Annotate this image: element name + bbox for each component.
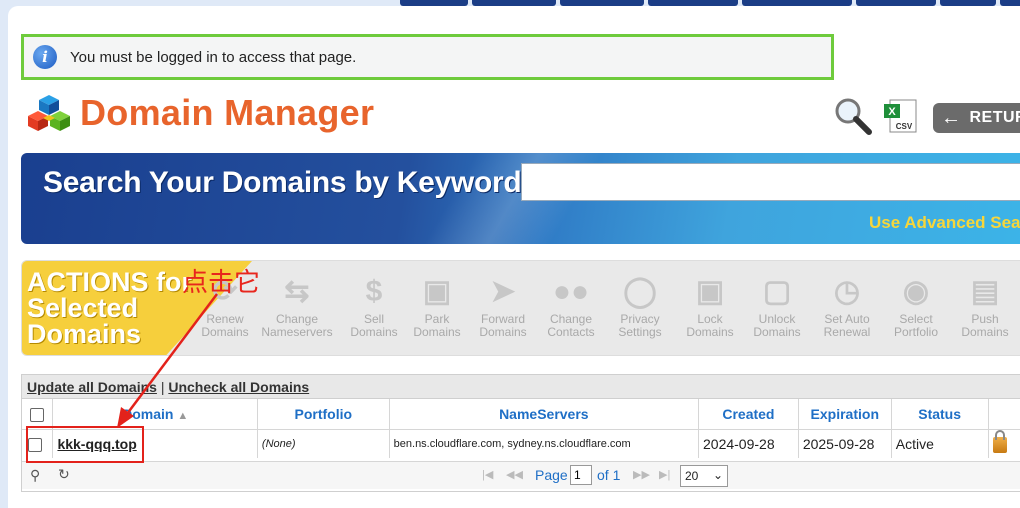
nav-tab[interactable] (742, 0, 852, 6)
nameservers-cell: ben.ns.cloudflare.com, sydney.ns.cloudfl… (389, 428, 700, 458)
next-page-icon[interactable]: ▶▶ (633, 468, 650, 481)
keyword-search-input[interactable] (521, 163, 1020, 201)
lock-icon: ▣ (695, 274, 725, 308)
push-icon: ▤ (970, 274, 1000, 308)
search-icon[interactable] (833, 96, 873, 136)
login-alert: i You must be logged in to access that p… (21, 34, 834, 80)
update-all-domains-link[interactable]: Update all Domains (27, 379, 157, 395)
per-page-select[interactable]: 20 ⌄ (680, 465, 728, 487)
chevron-down-icon: ⌄ (712, 468, 723, 482)
info-icon: i (33, 45, 57, 69)
advanced-search-link[interactable]: Use Advanced Sea (869, 213, 1020, 233)
svg-text:X: X (888, 106, 896, 118)
action-select-portfolio[interactable]: ◉ Select Portfolio (881, 273, 951, 339)
action-set-auto-renewal[interactable]: ◷ Set Auto Renewal (812, 273, 882, 339)
action-push-domains[interactable]: ▤ Push Domains (950, 273, 1020, 339)
unlock-icon: ▢ (762, 274, 792, 308)
nameservers-icon: ⇆ (284, 274, 310, 308)
page-title: Domain Manager (80, 92, 375, 133)
prev-page-icon[interactable]: ◀◀ (506, 468, 523, 481)
nav-tab[interactable] (400, 0, 468, 6)
domain-manager-logo-icon (28, 95, 70, 131)
banner-title: Search Your Domains by Keyword (43, 166, 522, 199)
action-park-domains[interactable]: ▣ Park Domains (402, 273, 472, 339)
pager: ⚲ ↻ |◀ ◀◀ Page of 1 ▶▶ ▶| 20 ⌄ (22, 461, 1020, 489)
expiration-cell: 2025-09-28 (798, 428, 892, 458)
column-expiration[interactable]: Expiration (798, 399, 892, 429)
nav-tab[interactable] (472, 0, 556, 6)
alert-message: You must be logged in to access that pag… (70, 48, 357, 66)
column-status[interactable]: Status (891, 399, 989, 429)
first-page-icon[interactable]: |◀ (482, 468, 493, 481)
created-cell: 2024-09-28 (698, 428, 799, 458)
table-header-row: Domain ▲ Portfolio NameServers Created E… (22, 399, 1020, 429)
column-created[interactable]: Created (698, 399, 799, 429)
refresh-icon[interactable]: ↻ (58, 466, 70, 483)
csv-export-icon[interactable]: X CSV (882, 98, 920, 134)
portfolio-icon: ◉ (902, 274, 930, 308)
keyword-search-banner: Search Your Domains by Keyword Use Advan… (21, 153, 1020, 244)
action-unlock-domains[interactable]: ▢ Unlock Domains (742, 273, 812, 339)
uncheck-all-domains-link[interactable]: Uncheck all Domains (168, 379, 309, 395)
lock-status-icon[interactable] (992, 430, 1007, 454)
action-lock-domains[interactable]: ▣ Lock Domains (675, 273, 745, 339)
page-count: of 1 (597, 467, 621, 483)
park-icon: ▣ (422, 274, 452, 308)
page-number-input[interactable] (570, 465, 592, 485)
page-label: Page (535, 467, 568, 483)
action-sell-domains[interactable]: $ Sell Domains (339, 273, 409, 339)
action-change-nameservers[interactable]: ⇆ Change Nameservers (259, 273, 335, 339)
annotation-highlight-box (26, 426, 144, 463)
grid-links: Update all Domains | Uncheck all Domains (22, 375, 1020, 399)
status-cell: Active (891, 428, 989, 458)
privacy-icon: ◯ (623, 274, 657, 308)
column-domain[interactable]: Domain ▲ (52, 399, 258, 429)
domains-table: Domain ▲ Portfolio NameServers Created E… (22, 399, 1020, 458)
magnify-icon[interactable]: ⚲ (30, 467, 40, 484)
nav-tab[interactable] (648, 0, 738, 6)
nav-tab[interactable] (1000, 0, 1020, 6)
table-row: kkk-qqq.top (None) ben.ns.cloudflare.com… (22, 428, 1020, 458)
nav-tab[interactable] (560, 0, 644, 6)
nav-tab[interactable] (940, 0, 996, 6)
annotation-click-it: 点击它 (182, 268, 261, 298)
return-button[interactable]: ← RETUR (933, 103, 1020, 133)
nav-tab[interactable] (856, 0, 936, 6)
contacts-icon: ●● (552, 274, 590, 308)
top-nav-tabs (400, 0, 1020, 6)
forward-arrow-icon: ➤ (490, 274, 516, 308)
action-privacy-settings[interactable]: ◯ Privacy Settings (605, 273, 675, 339)
action-forward-domains[interactable]: ➤ Forward Domains (468, 273, 538, 339)
sort-icon[interactable]: ▲ (177, 410, 188, 422)
domains-grid: Update all Domains | Uncheck all Domains… (21, 374, 1020, 492)
dollar-icon: $ (365, 274, 383, 308)
column-portfolio[interactable]: Portfolio (257, 399, 390, 429)
svg-text:CSV: CSV (896, 122, 913, 131)
arrow-left-icon: ← (941, 106, 962, 129)
column-nameservers[interactable]: NameServers (389, 399, 700, 429)
select-all-checkbox[interactable] (30, 407, 45, 422)
return-label: RETUR (969, 109, 1020, 126)
clock-icon: ◷ (833, 274, 861, 308)
action-change-contacts[interactable]: ●● Change Contacts (536, 273, 606, 339)
last-page-icon[interactable]: ▶| (659, 468, 670, 481)
portfolio-cell: (None) (257, 428, 390, 458)
actions-heading: ACTIONS for Selected Domains (27, 267, 192, 349)
actions-toolbar: ACTIONS for Selected Domains ⟳ Renew Doma… (21, 260, 1020, 356)
